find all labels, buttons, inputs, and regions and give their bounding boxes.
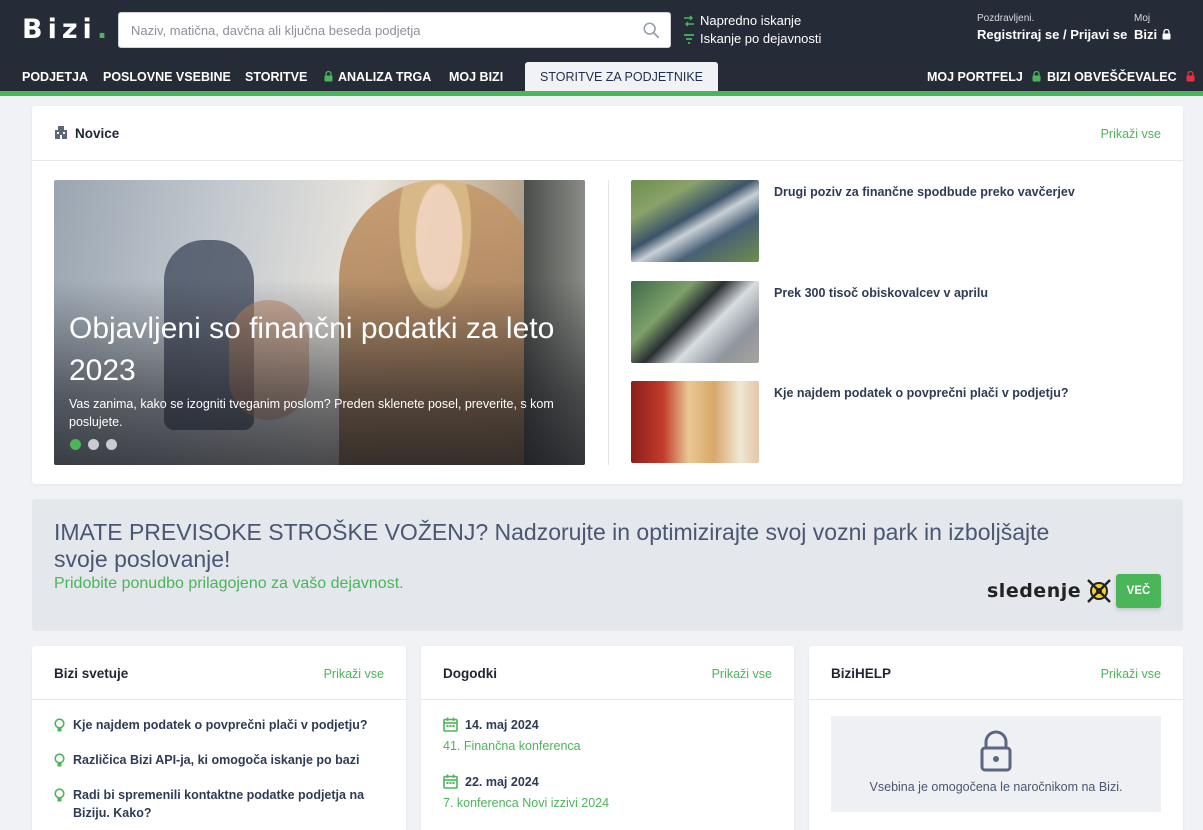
lock-icon — [1162, 29, 1171, 40]
bizi-logo[interactable]: Bizi. — [22, 14, 112, 45]
promo-banner[interactable]: IMATE PREVISOKE STROŠKE VOŽENJ? Nadzoruj… — [32, 499, 1183, 631]
advice-card: Bizi svetuje Prikaži vse Kje najdem poda… — [32, 646, 406, 830]
event-item[interactable]: 22. maj 2024 7. konferenca Novi izzivi 2… — [443, 774, 609, 810]
nav-bizi-obvescevalec[interactable]: BIZI OBVEŠČEVALEC — [1047, 62, 1195, 91]
event-item[interactable]: 14. maj 2024 41. Finančna konferenca — [443, 717, 581, 753]
lightbulb-icon — [54, 718, 65, 732]
nav-podjetja[interactable]: PODJETJA — [22, 62, 88, 91]
greeting-block: Pozdravljeni. Registriraj se / Prijavi s… — [977, 13, 1127, 42]
events-show-all-link[interactable]: Prikaži vse — [712, 667, 772, 681]
advice-show-all-link[interactable]: Prikaži vse — [324, 667, 384, 681]
event-name[interactable]: 41. Finančna konferenca — [443, 739, 581, 753]
advice-item[interactable]: Različica Bizi API-ja, ki omogoča iskanj… — [54, 751, 394, 769]
events-card: Dogodki Prikaži vse 14. maj 2024 41. Fin… — [421, 646, 794, 830]
sledenje-logo: sledenje — [987, 577, 1113, 605]
locked-message: Vsebina je omogočena le naročnikom na Bi… — [869, 780, 1123, 794]
nav-storitve[interactable]: STORITVE — [245, 62, 307, 91]
my-bizi-block[interactable]: Moj Bizi — [1134, 13, 1171, 42]
lightbulb-icon — [54, 788, 65, 802]
news-thumbnail — [631, 381, 759, 463]
search-box — [118, 12, 671, 48]
calendar-icon — [443, 774, 458, 789]
nav-poslovne-vsebine[interactable]: POSLOVNE VSEBINE — [103, 62, 231, 91]
hero-title[interactable]: Objavljeni so finančni podatki za leto 2… — [69, 308, 569, 392]
search-links: Napredno iskanje Iskanje po dejavnosti — [683, 12, 821, 48]
banner-title: IMATE PREVISOKE STROŠKE VOŽENJ? Nadzoruj… — [54, 519, 1050, 572]
sledenje-brand: sledenje — [987, 580, 1082, 602]
banner-subtitle: Pridobite ponudbo prilagojeno za vašo de… — [54, 575, 404, 592]
my-bizi-label: Bizi — [1134, 27, 1158, 42]
news-thumbnail — [631, 281, 759, 363]
calendar-icon — [443, 717, 458, 732]
sledenje-emblem-icon — [1087, 579, 1111, 603]
filter-icon — [684, 34, 694, 44]
news-divider — [608, 180, 609, 465]
news-item[interactable]: Drugi poziv za finančne spodbude preko v… — [631, 180, 1151, 262]
hero-description: Vas zanima, kako se izogniti tveganim po… — [69, 397, 554, 429]
more-button[interactable]: VEČ — [1116, 574, 1161, 608]
news-item-title[interactable]: Kje najdem podatek o povprečni plači v p… — [774, 386, 1069, 400]
lock-icon — [1032, 71, 1041, 82]
lock-icon — [1186, 71, 1195, 82]
carousel-dot-1[interactable] — [70, 439, 81, 450]
news-hero-slide[interactable]: Objavljeni so finančni podatki za leto 2… — [54, 180, 585, 465]
lightbulb-icon — [54, 753, 65, 767]
locked-content-box: Vsebina je omogočena le naročnikom na Bi… — [831, 716, 1161, 812]
help-card: BiziHELP Prikaži vse Vsebina je omogočen… — [809, 646, 1183, 830]
news-title: Novice — [75, 126, 120, 141]
news-building-icon — [55, 126, 67, 139]
carousel-dot-3[interactable] — [106, 439, 117, 450]
news-item[interactable]: Kje najdem podatek o povprečni plači v p… — [631, 381, 1151, 463]
swap-arrows-icon — [684, 15, 694, 27]
news-item-title[interactable]: Drugi poziv za finančne spodbude preko v… — [774, 185, 1075, 199]
nav-accent-line — [0, 91, 1203, 96]
carousel-dot-2[interactable] — [88, 439, 99, 450]
top-header: Bizi. Napredno iskanje Iskanje po dejavn… — [0, 0, 1203, 62]
help-show-all-link[interactable]: Prikaži vse — [1101, 667, 1161, 681]
padlock-icon — [980, 730, 1012, 772]
event-date: 14. maj 2024 — [465, 717, 539, 732]
lock-icon — [324, 71, 333, 82]
search-input[interactable] — [119, 13, 629, 47]
main-nav: PODJETJA POSLOVNE VSEBINE STORITVE ANALI… — [0, 62, 1203, 91]
login-link[interactable]: Registriraj se / Prijavi se — [977, 27, 1127, 42]
activity-search-link[interactable]: Iskanje po dejavnosti — [683, 30, 821, 48]
news-thumbnail — [631, 180, 759, 262]
carousel-dots — [70, 439, 117, 450]
greeting-text: Pozdravljeni. — [977, 13, 1035, 24]
event-date: 22. maj 2024 — [465, 774, 539, 789]
nav-moj-portfelj[interactable]: MOJ PORTFELJ — [927, 62, 1041, 91]
advice-item[interactable]: Radi bi spremenili kontaktne podatke pod… — [54, 786, 374, 822]
news-item-title[interactable]: Prek 300 tisoč obiskovalcev v aprilu — [774, 286, 988, 300]
nav-storitve-za-podjetnike[interactable]: STORITVE ZA PODJETNIKE — [525, 62, 718, 91]
nav-analiza-trga[interactable]: ANALIZA TRGA — [324, 62, 431, 91]
search-icon[interactable] — [642, 21, 660, 39]
news-show-all-link[interactable]: Prikaži vse — [1101, 127, 1161, 141]
advice-item[interactable]: Kje najdem podatek o povprečni plači v p… — [54, 716, 394, 734]
my-label: Moj — [1134, 13, 1151, 24]
events-title: Dogodki — [443, 666, 497, 681]
advanced-search-link[interactable]: Napredno iskanje — [683, 12, 821, 30]
help-title: BiziHELP — [831, 666, 892, 681]
advice-title: Bizi svetuje — [54, 666, 129, 681]
event-name[interactable]: 7. konferenca Novi izzivi 2024 — [443, 796, 609, 810]
news-item[interactable]: Prek 300 tisoč obiskovalcev v aprilu — [631, 281, 1151, 363]
nav-moj-bizi[interactable]: MOJ BIZI — [449, 62, 503, 91]
